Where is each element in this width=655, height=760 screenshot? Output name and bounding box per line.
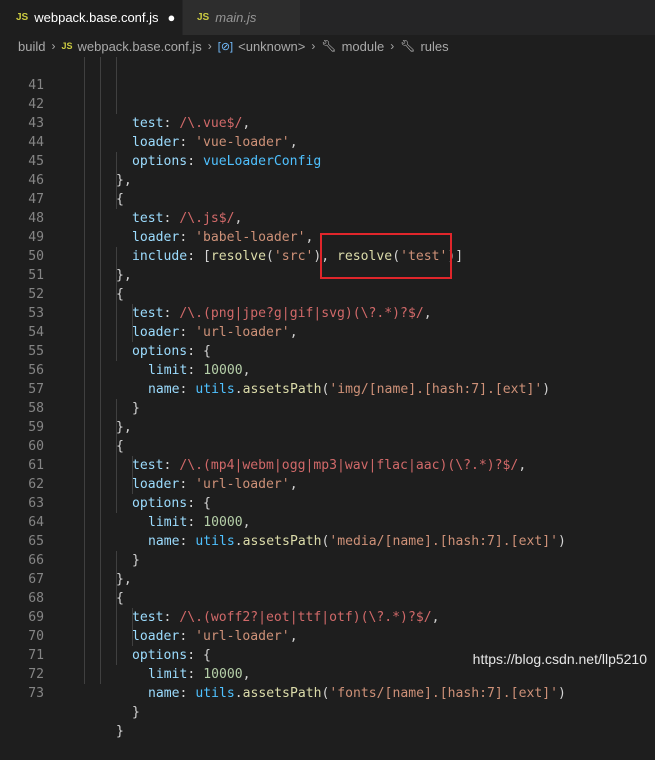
js-file-icon: JS — [61, 41, 73, 51]
code-line: 62 limit: 10000, — [0, 456, 655, 530]
js-file-icon: JS — [16, 12, 29, 23]
chevron-right-icon: › — [390, 39, 395, 53]
unsaved-dot-icon[interactable]: ● — [168, 10, 176, 25]
code-line: 64 } — [0, 494, 655, 568]
code-line: 60 loader: 'url-loader', — [0, 418, 655, 492]
code-line: 50 { — [0, 228, 655, 302]
breadcrumb-item-file[interactable]: JS webpack.base.conf.js — [61, 39, 201, 54]
code-line: 63 name: utils.assetsPath('media/[name].… — [0, 475, 655, 549]
code-line: 51 test: /\.(png|jpe?g|gif|svg)(\?.*)?$/… — [0, 247, 655, 321]
code-line: 68 loader: 'url-loader', — [0, 570, 655, 644]
line-number: 73 — [28, 686, 44, 701]
code-line: 47 loader: 'babel-loader', — [0, 171, 655, 245]
breadcrumb-item-rules[interactable]: 🔧︎ rules — [400, 39, 448, 54]
tab-main-js[interactable]: JS main.js — [182, 0, 300, 35]
tab-bar: JS webpack.base.conf.js ● JS main.js — [0, 0, 655, 35]
tab-label: main.js — [215, 10, 257, 25]
breadcrumb-item-build[interactable]: build — [18, 39, 45, 54]
code-line: 55 name: utils.assetsPath('img/[name].[h… — [0, 323, 655, 397]
code-line: 48 include: [resolve('src'), resolve('te… — [0, 190, 655, 264]
code-line: 70 limit: 10000, — [0, 608, 655, 682]
code-line: 65 }, — [0, 513, 655, 587]
code-line: 57 }, — [0, 361, 655, 435]
tab-webpack-base-conf[interactable]: JS webpack.base.conf.js ● — [0, 0, 182, 35]
chevron-right-icon: › — [51, 39, 56, 53]
code-line: 54 limit: 10000, — [0, 304, 655, 378]
breadcrumb-item-module[interactable]: 🔧︎ module — [321, 39, 384, 54]
code-line: 41 test: /\.vue$/, — [0, 57, 655, 131]
breadcrumb-item-unknown[interactable]: [⊘] <unknown> — [218, 39, 306, 54]
wrench-icon: 🔧︎ — [321, 39, 337, 53]
code-editor[interactable]: 41 test: /\.vue$/, 42 loader: 'vue-loade… — [0, 57, 655, 739]
wrench-icon: 🔧︎ — [400, 39, 416, 53]
code-line: 42 loader: 'vue-loader', — [0, 76, 655, 150]
code-line: 52 loader: 'url-loader', — [0, 266, 655, 340]
js-file-icon: JS — [197, 12, 210, 23]
code-line: 61 options: { — [0, 437, 655, 511]
code-line: 69 options: { — [0, 589, 655, 663]
tab-label: webpack.base.conf.js — [34, 10, 159, 25]
code-line: 56 } — [0, 342, 655, 416]
code-line: 44 }, — [0, 114, 655, 188]
code-line: 66 { — [0, 532, 655, 606]
chevron-right-icon: › — [311, 39, 316, 53]
breadcrumb: build › JS webpack.base.conf.js › [⊘] <u… — [0, 35, 655, 57]
code-line: 49 }, — [0, 209, 655, 283]
chevron-right-icon: › — [207, 39, 212, 53]
code-line: 71 name: utils.assetsPath('fonts/[name].… — [0, 627, 655, 701]
code-line: 46 test: /\.js$/, — [0, 152, 655, 226]
code-line: 53 options: { — [0, 285, 655, 359]
code-line: 59 test: /\.(mp4|webm|ogg|mp3|wav|flac|a… — [0, 399, 655, 473]
code-line: 67 test: /\.(woff2?|eot|ttf|otf)(\?.*)?$… — [0, 551, 655, 625]
watermark: https://blog.csdn.net/llp5210 — [472, 651, 647, 667]
code-line: 58 { — [0, 380, 655, 454]
code-line: 43 options: vueLoaderConfig — [0, 95, 655, 169]
object-icon: [⊘] — [217, 40, 234, 53]
code-line: 45 { — [0, 133, 655, 207]
